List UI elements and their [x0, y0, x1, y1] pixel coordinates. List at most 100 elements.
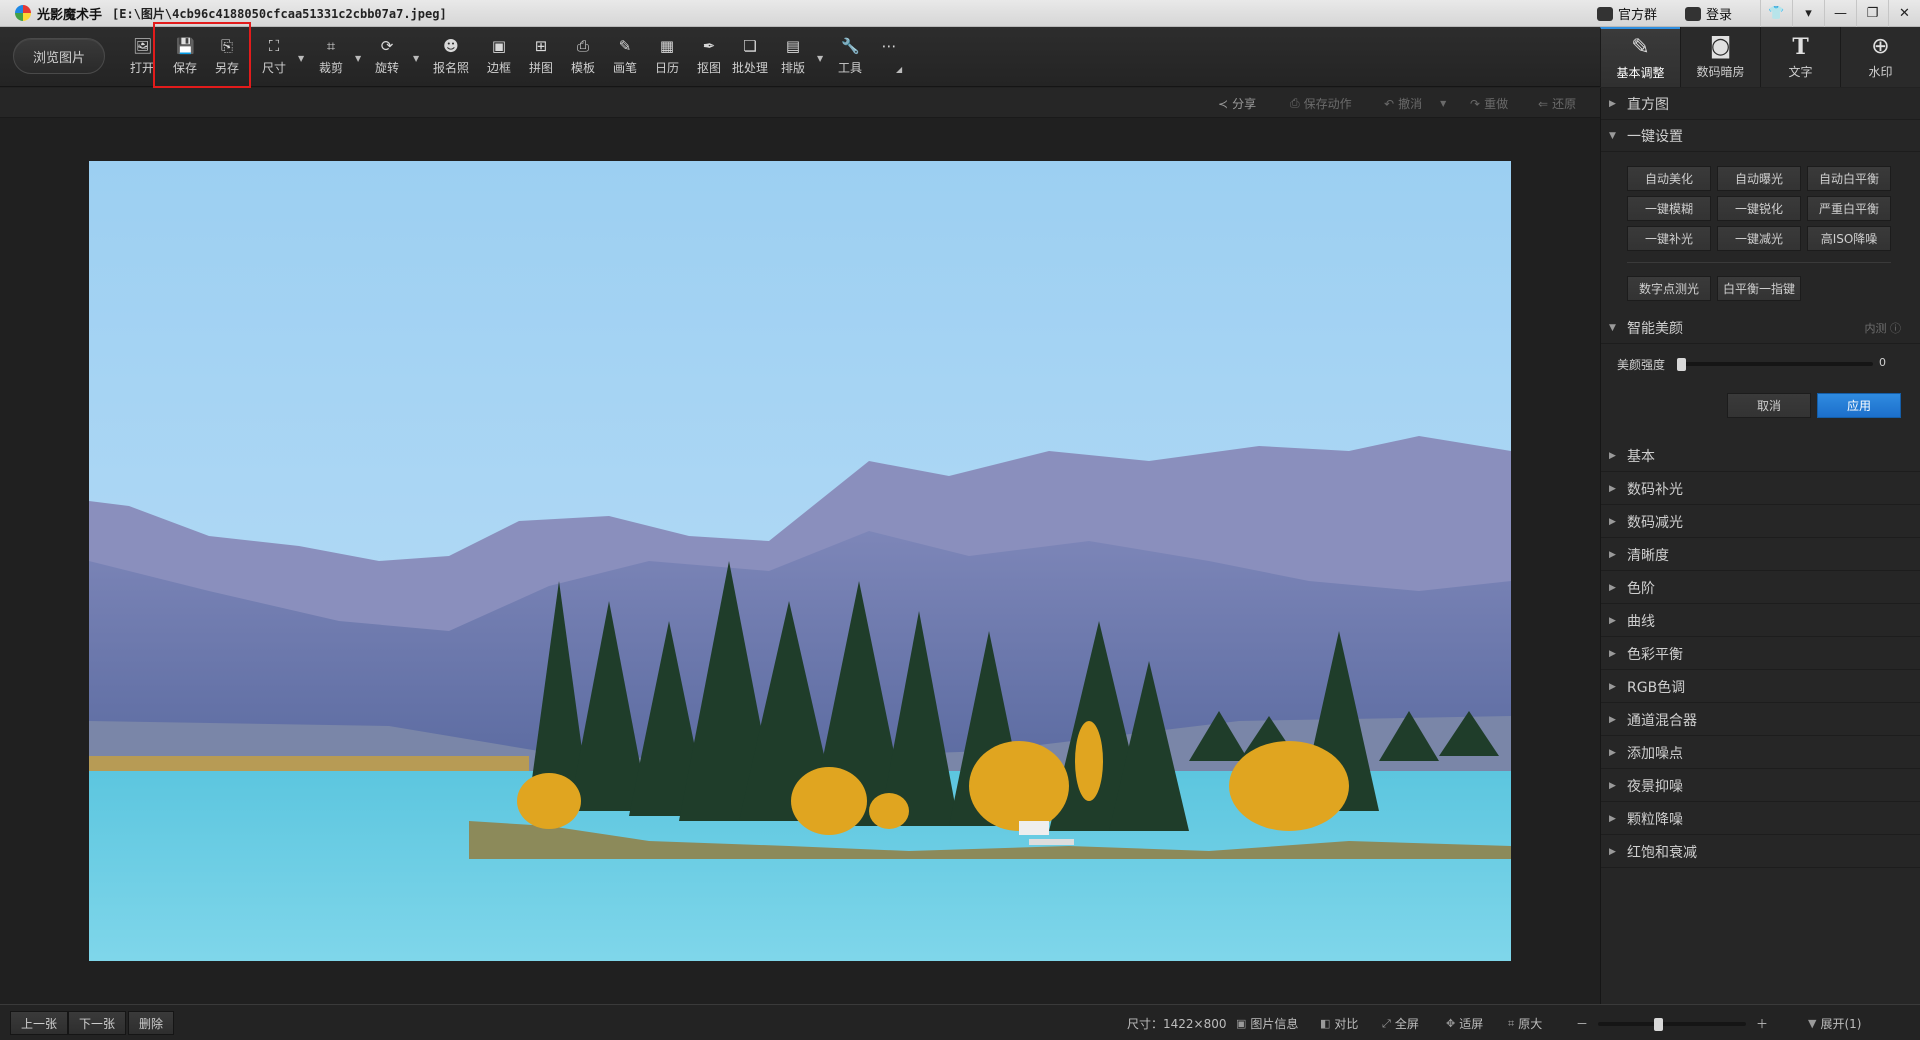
actual-size-button[interactable]: ⌗ 原大	[1508, 1015, 1542, 1032]
section-item[interactable]: ▶ 数码减光	[1601, 506, 1920, 538]
delete-image-button[interactable]: 删除	[128, 1011, 175, 1035]
tools-label: 工具	[838, 61, 863, 75]
undo-button[interactable]: ↶ 撤消 ▼	[1384, 95, 1446, 112]
restore-icon: ❐	[1866, 6, 1879, 21]
section-item[interactable]: ▶ 色彩平衡	[1601, 638, 1920, 670]
menu-button[interactable]: ▾	[1792, 0, 1824, 27]
one-click-sharpen-button[interactable]: 一键锐化	[1717, 196, 1801, 221]
layout-dropdown-icon[interactable]: ▼	[817, 54, 823, 63]
share-button[interactable]: ≺ 分享	[1218, 95, 1256, 112]
section-item-title: 色彩平衡	[1627, 646, 1683, 663]
tab-darkroom[interactable]: ◙ 数码暗房	[1680, 27, 1760, 87]
severe-white-balance-button[interactable]: 严重白平衡	[1807, 196, 1891, 221]
one-click-reduce-light-button[interactable]: 一键减光	[1717, 226, 1801, 251]
auto-exposure-button[interactable]: 自动曝光	[1717, 166, 1801, 191]
expand-filmstrip-button[interactable]: ▼ 展开(1)	[1808, 1015, 1861, 1032]
tab-text-label: 文字	[1788, 64, 1813, 79]
section-item[interactable]: ▶ 基本	[1601, 440, 1920, 472]
resize-button[interactable]: ⛶ 尺寸	[262, 37, 286, 81]
fullscreen-button[interactable]: ⤢ 全屏	[1382, 1015, 1419, 1032]
help-icon[interactable]: ⓘ	[1890, 322, 1901, 335]
section-smart-beauty[interactable]: ▼ 智能美颜 内测 ⓘ	[1601, 312, 1920, 344]
crop-dropdown-icon[interactable]: ▼	[355, 54, 361, 63]
section-item[interactable]: ▶ 通道混合器	[1601, 704, 1920, 736]
batch-button[interactable]: ❏ 批处理	[732, 37, 768, 81]
undo-dropdown-icon[interactable]: ▼	[1440, 99, 1446, 108]
calendar-button[interactable]: ▦ 日历	[655, 37, 679, 81]
section-item[interactable]: ▶ 添加噪点	[1601, 737, 1920, 769]
status-bar: 上一张 下一张 删除 尺寸：1422×800 ▣ 图片信息 ◧ 对比 ⤢ 全屏 …	[0, 1004, 1920, 1040]
section-item[interactable]: ▶ 色阶	[1601, 572, 1920, 604]
id-photo-button[interactable]: ☻ 报名照	[433, 37, 469, 81]
fit-screen-button[interactable]: ✥ 适屏	[1446, 1015, 1483, 1032]
auto-white-balance-button[interactable]: 自动白平衡	[1807, 166, 1891, 191]
layout-button[interactable]: ▤ 排版	[781, 37, 805, 81]
zoom-in-button[interactable]: ＋	[1756, 1015, 1768, 1032]
section-histogram-title: 直方图	[1627, 96, 1669, 113]
batch-icon: ❏	[743, 37, 757, 55]
section-histogram[interactable]: ▶ 直方图	[1601, 88, 1920, 120]
beauty-cancel-button[interactable]: 取消	[1727, 393, 1811, 418]
chevron-right-icon: ▶	[1609, 714, 1616, 725]
section-item[interactable]: ▶ 数码补光	[1601, 473, 1920, 505]
open-icon: 🖼	[133, 37, 153, 55]
photo-preview[interactable]	[89, 161, 1511, 961]
compare-button[interactable]: ◧ 对比	[1320, 1015, 1358, 1032]
tab-darkroom-label: 数码暗房	[1696, 64, 1745, 79]
layout-icon: ▤	[785, 37, 801, 55]
browse-images-button[interactable]: 浏览图片	[13, 38, 105, 74]
section-item[interactable]: ▶ 夜景抑噪	[1601, 770, 1920, 802]
crop-button[interactable]: ⌗ 裁剪	[319, 37, 343, 81]
beauty-strength-slider-thumb[interactable]	[1677, 358, 1686, 371]
spot-metering-button[interactable]: 数字点测光	[1627, 276, 1711, 301]
zoom-slider[interactable]	[1598, 1022, 1746, 1026]
section-item[interactable]: ▶ 颗粒降噪	[1601, 803, 1920, 835]
open-button[interactable]: 🖼 打开	[130, 37, 154, 81]
beauty-apply-button[interactable]: 应用	[1817, 393, 1901, 418]
high-iso-denoise-button[interactable]: 高ISO降噪	[1807, 226, 1891, 251]
tab-watermark[interactable]: ⊕ 水印	[1840, 27, 1920, 87]
expand-filmstrip-label: 展开(1)	[1820, 1017, 1862, 1031]
tab-basic-adjust[interactable]: ✎ 基本调整	[1600, 27, 1680, 87]
rotate-dropdown-icon[interactable]: ▼	[413, 54, 419, 63]
save-action-button[interactable]: ⎙ 保存动作	[1290, 95, 1352, 112]
border-button[interactable]: ▣ 边框	[487, 37, 511, 81]
official-group-link[interactable]: 官方群	[1596, 4, 1657, 23]
revert-button[interactable]: ⇐ 还原	[1538, 95, 1576, 112]
section-item[interactable]: ▶ 曲线	[1601, 605, 1920, 637]
actual-size-icon: ⌗	[1508, 1016, 1515, 1030]
id-photo-label: 报名照	[433, 61, 470, 75]
zoom-slider-thumb[interactable]	[1654, 1018, 1663, 1031]
one-click-fill-light-button[interactable]: 一键补光	[1627, 226, 1711, 251]
section-item[interactable]: ▶ 红饱和衰减	[1601, 836, 1920, 868]
toolbar-expand-icon[interactable]: ◢	[896, 65, 902, 74]
login-icon	[1684, 6, 1701, 21]
section-item[interactable]: ▶ RGB色调	[1601, 671, 1920, 703]
close-button[interactable]: ✕	[1888, 0, 1920, 27]
tab-text[interactable]: T 文字	[1760, 27, 1840, 87]
beauty-strength-slider[interactable]	[1677, 362, 1873, 366]
prev-image-button[interactable]: 上一张	[10, 1011, 69, 1035]
redo-button[interactable]: ↷ 重做	[1470, 95, 1508, 112]
section-one-click[interactable]: ▼ 一键设置	[1601, 120, 1920, 152]
image-info-button[interactable]: ▣ 图片信息	[1236, 1015, 1298, 1032]
resize-dropdown-icon[interactable]: ▼	[298, 54, 304, 63]
rotate-button[interactable]: ⟳ 旋转	[375, 37, 399, 81]
cutout-button[interactable]: ✒ 抠图	[697, 37, 721, 81]
skin-button[interactable]: 👕	[1760, 0, 1792, 27]
login-link[interactable]: 登录	[1684, 4, 1732, 23]
minimize-button[interactable]: —	[1824, 0, 1856, 27]
brush-button[interactable]: ✎ 画笔	[613, 37, 637, 81]
more-button[interactable]: ⋯	[880, 37, 898, 81]
one-click-blur-button[interactable]: 一键模糊	[1627, 196, 1711, 221]
white-balance-picker-button[interactable]: 白平衡一指键	[1717, 276, 1801, 301]
template-button[interactable]: ⎙ 模板	[571, 37, 595, 81]
section-item[interactable]: ▶ 清晰度	[1601, 539, 1920, 571]
section-item-title: 数码补光	[1627, 481, 1683, 498]
collage-button[interactable]: ⊞ 拼图	[529, 37, 553, 81]
next-image-button[interactable]: 下一张	[68, 1011, 127, 1035]
tools-button[interactable]: 🔧 工具	[838, 37, 862, 81]
restore-button[interactable]: ❐	[1856, 0, 1888, 27]
zoom-out-button[interactable]: －	[1576, 1015, 1588, 1032]
auto-beautify-button[interactable]: 自动美化	[1627, 166, 1711, 191]
